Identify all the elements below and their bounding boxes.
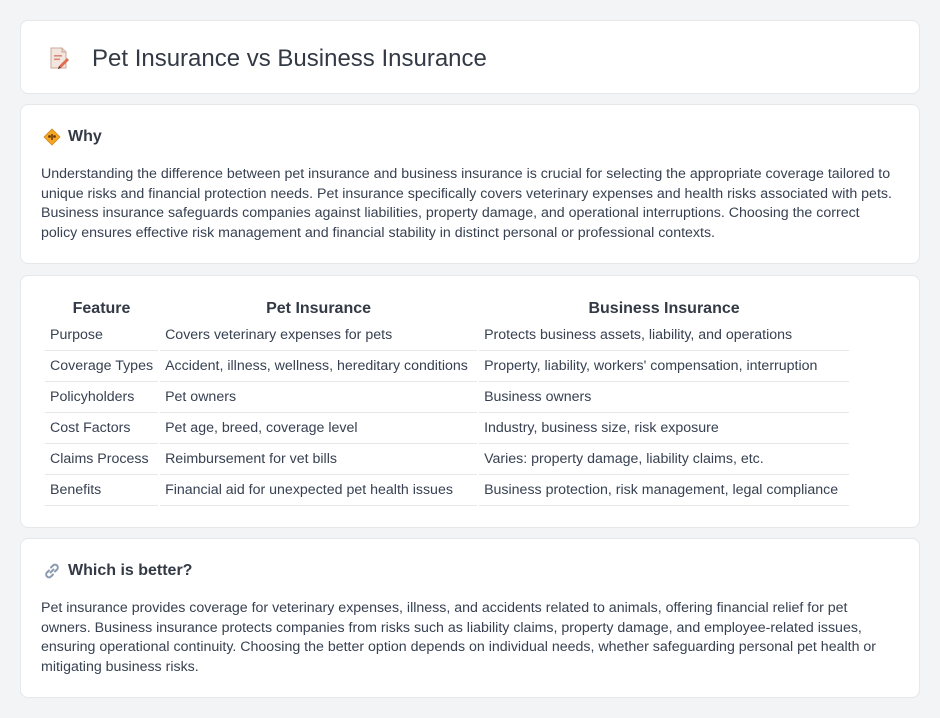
comparison-table: Feature Pet Insurance Business Insurance…: [43, 296, 851, 506]
which-is-better-section: Which is better? Pet insurance provides …: [20, 538, 920, 698]
table-row: Coverage Types Accident, illness, wellne…: [45, 351, 850, 382]
header-feature: Feature: [72, 300, 131, 317]
table-cell: Business protection, risk management, le…: [479, 475, 850, 506]
which-is-better-heading: Which is better?: [68, 562, 193, 579]
why-section: Why Understanding the difference between…: [20, 104, 920, 264]
table-cell: Cost Factors: [45, 413, 159, 444]
why-heading: Why: [68, 128, 102, 145]
table-cell: Benefits: [45, 475, 159, 506]
table-cell: Pet owners: [160, 382, 478, 413]
table-row: Cost Factors Pet age, breed, coverage le…: [45, 413, 850, 444]
table-cell: Pet age, breed, coverage level: [160, 413, 478, 444]
table-cell: Industry, business size, risk exposure: [479, 413, 850, 444]
table-header-row: Feature Pet Insurance Business Insurance: [45, 296, 849, 320]
header-business-insurance: Business Insurance: [588, 300, 740, 317]
table-cell: Property, liability, workers' compensati…: [479, 351, 850, 382]
table-row: Claims Process Reimbursement for vet bil…: [45, 444, 850, 475]
header-card: Pet Insurance vs Business Insurance: [20, 20, 920, 94]
table-cell: Business owners: [479, 382, 850, 413]
table-cell: Claims Process: [45, 444, 159, 475]
table-cell: Purpose: [45, 320, 159, 351]
header-pet-insurance: Pet Insurance: [266, 300, 372, 317]
link-icon: [43, 562, 61, 580]
table-row: Purpose Covers veterinary expenses for p…: [45, 320, 850, 351]
table-cell: Covers veterinary expenses for pets: [160, 320, 478, 351]
table-cell: Financial aid for unexpected pet health …: [160, 475, 478, 506]
why-paragraph: Understanding the difference between pet…: [41, 166, 892, 241]
table-cell: Reimbursement for vet bills: [160, 444, 478, 475]
page-title: Pet Insurance vs Business Insurance: [92, 45, 487, 72]
which-is-better-paragraph: Pet insurance provides coverage for vete…: [41, 600, 877, 675]
document-pencil-icon: [47, 46, 71, 70]
table-cell: Policyholders: [45, 382, 159, 413]
diamond-sign-icon: [43, 128, 61, 146]
table-cell: Coverage Types: [45, 351, 159, 382]
table-row: Benefits Financial aid for unexpected pe…: [45, 475, 850, 506]
comparison-table-card: Feature Pet Insurance Business Insurance…: [20, 275, 920, 528]
table-cell: Varies: property damage, liability claim…: [479, 444, 850, 475]
table-cell: Accident, illness, wellness, hereditary …: [160, 351, 478, 382]
table-row: Policyholders Pet owners Business owners: [45, 382, 850, 413]
table-cell: Protects business assets, liability, and…: [479, 320, 850, 351]
